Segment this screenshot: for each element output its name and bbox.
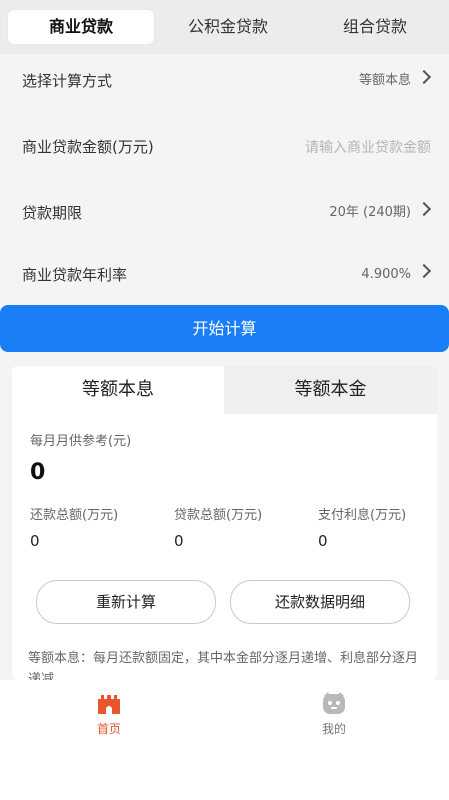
- chevron-right-icon: [416, 69, 432, 85]
- loan-amount-label: 商业贷款金额(万元): [22, 138, 154, 156]
- calc-method-label: 选择计算方式: [22, 72, 113, 90]
- loan-amount-row: 商业贷款金额(万元): [0, 116, 449, 178]
- bottom-tab-bar: 首页 我的: [0, 680, 449, 800]
- tab-commercial-loan[interactable]: 商业贷款: [8, 10, 154, 44]
- tab-equal-principal[interactable]: 等额本金: [224, 366, 437, 414]
- loan-term-label: 贷款期限: [22, 204, 83, 222]
- interest-paid-value: 0: [318, 532, 328, 550]
- start-calculation-button[interactable]: 开始计算: [0, 305, 449, 352]
- loan-term-value: 20年 (240期): [329, 205, 411, 220]
- nav-home[interactable]: 首页: [69, 690, 149, 737]
- castle-icon: [69, 690, 149, 716]
- calc-method-row[interactable]: 选择计算方式 等额本息: [0, 50, 449, 112]
- interest-rate-row[interactable]: 商业贷款年利率 4.900%: [0, 244, 449, 306]
- tab-provident-fund-loan[interactable]: 公积金贷款: [155, 10, 301, 44]
- total-repayment-value: 0: [30, 532, 40, 550]
- chevron-right-icon: [416, 263, 432, 279]
- interest-rate-label: 商业贷款年利率: [22, 266, 128, 284]
- tab-equal-installment[interactable]: 等额本息: [12, 366, 224, 414]
- calc-method-value: 等额本息: [358, 73, 411, 88]
- total-repayment-label: 还款总额(万元): [30, 508, 119, 523]
- recalculate-button[interactable]: 重新计算: [36, 580, 216, 624]
- mascot-face-icon: [294, 690, 374, 716]
- nav-mine[interactable]: 我的: [294, 690, 374, 737]
- tab-combined-loan[interactable]: 组合贷款: [302, 10, 448, 44]
- monthly-payment-value: 0: [30, 460, 46, 485]
- monthly-payment-label: 每月月供参考(元): [30, 434, 132, 449]
- nav-mine-label: 我的: [321, 722, 346, 736]
- chevron-right-icon: [416, 201, 432, 217]
- nav-home-label: 首页: [96, 722, 121, 736]
- result-card: 等额本息 等额本金 每月月供参考(元) 0 还款总额(万元) 0 贷款总额(万元…: [12, 366, 437, 680]
- total-loan-value: 0: [174, 532, 184, 550]
- loan-type-tabs: 商业贷款 公积金贷款 组合贷款: [0, 0, 449, 54]
- loan-amount-input[interactable]: [209, 134, 433, 162]
- interest-rate-value: 4.900%: [361, 267, 411, 282]
- total-loan-label: 贷款总额(万元): [174, 508, 263, 523]
- loan-term-row[interactable]: 贷款期限 20年 (240期): [0, 182, 449, 244]
- repayment-detail-button[interactable]: 还款数据明细: [230, 580, 410, 624]
- method-description: 等额本息：每月还款额固定，其中本金部分逐月递增、利息部分逐月递减: [28, 651, 419, 680]
- interest-paid-label: 支付利息(万元): [318, 508, 407, 523]
